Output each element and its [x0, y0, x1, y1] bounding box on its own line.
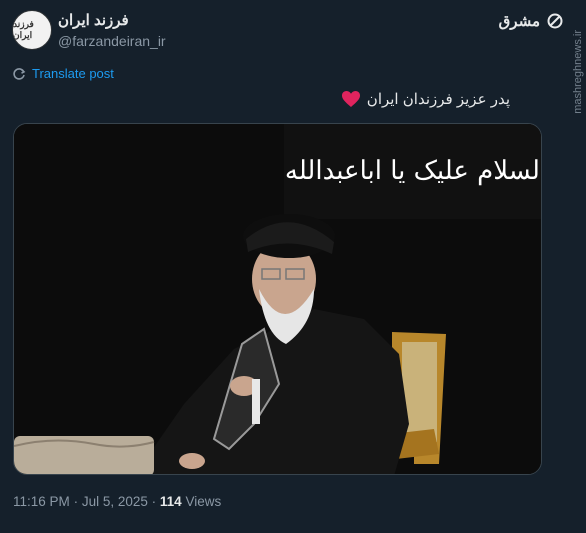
photo-illustration: السلام علیک یا اباعبدالله [14, 124, 542, 474]
views-count: 114 [159, 494, 182, 509]
translate-label: Translate post [32, 66, 114, 81]
meta-separator: · [73, 494, 82, 509]
brand-text: مشرق [498, 13, 540, 30]
brand-icon [547, 13, 563, 29]
author-block: فرزند ایران @farzandeiran_ir [58, 12, 166, 50]
post-meta: 11:16 PM · Jul 5, 2025 · 114 Views [13, 494, 221, 509]
user-handle[interactable]: @farzandeiran_ir [58, 32, 166, 50]
tweet-header: فرزند ایران فرزند ایران @farzandeiran_ir… [12, 10, 572, 52]
post-photo[interactable]: السلام علیک یا اباعبدالله [13, 123, 542, 475]
post-body: پدر عزیز فرزندان ایران [366, 91, 510, 108]
post-time[interactable]: 11:16 PM [13, 494, 70, 509]
site-watermark: mashreghnews.ir [572, 30, 584, 114]
post-date[interactable]: Jul 5, 2025 [82, 494, 148, 509]
views-label: Views [185, 494, 222, 509]
heart-icon [341, 91, 360, 107]
avatar-text: فرزند ایران [13, 19, 34, 40]
translate-post-link[interactable]: Translate post [12, 66, 114, 81]
display-name[interactable]: فرزند ایران [58, 12, 166, 30]
avatar[interactable]: فرزند ایران [12, 10, 52, 50]
brand-logo: مشرق [499, 12, 564, 30]
meta-separator-2: · [151, 494, 160, 509]
translate-icon [13, 67, 26, 80]
post-text: پدر عزیز فرزندان ایران [341, 90, 510, 108]
banner-calligraphy: السلام علیک یا اباعبدالله [285, 156, 542, 186]
